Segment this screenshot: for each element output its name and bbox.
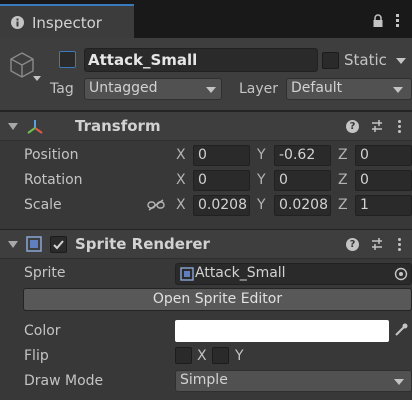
- draw-mode-label: Draw Mode: [24, 373, 104, 389]
- transform-title: Transform: [75, 117, 161, 135]
- position-label: Position: [24, 147, 79, 163]
- position-x-axis: X: [176, 147, 186, 163]
- draw-mode-dropdown[interactable]: Simple: [175, 370, 412, 392]
- foldout-arrow-icon[interactable]: [8, 123, 18, 130]
- kebab-menu-icon[interactable]: [396, 14, 400, 28]
- flip-y-checkbox[interactable]: [212, 347, 229, 364]
- layer-value: Default: [291, 80, 343, 96]
- constrain-proportions-icon[interactable]: [147, 198, 165, 212]
- position-z-field[interactable]: 0: [355, 145, 412, 166]
- layer-dropdown[interactable]: Default: [286, 78, 412, 100]
- foldout-arrow-icon[interactable]: [8, 241, 18, 248]
- scale-z-field[interactable]: 1: [355, 195, 412, 216]
- tag-dropdown[interactable]: Untagged: [84, 78, 222, 100]
- lock-icon[interactable]: [372, 14, 384, 28]
- draw-mode-value: Simple: [180, 372, 228, 388]
- static-label: Static: [344, 51, 387, 69]
- rotation-label: Rotation: [24, 172, 83, 188]
- scale-z-axis: Z: [338, 197, 348, 213]
- scale-label: Scale: [24, 197, 62, 213]
- position-y-field[interactable]: -0.62: [274, 145, 331, 166]
- sprite-label: Sprite: [24, 265, 66, 281]
- position-x-field[interactable]: 0: [193, 145, 250, 166]
- checkmark-icon: [53, 240, 64, 250]
- rotation-x-field[interactable]: 0: [193, 170, 250, 191]
- sprite-asset-icon: [180, 267, 194, 281]
- rotation-z-field[interactable]: 0: [355, 170, 412, 191]
- color-swatch[interactable]: [175, 320, 389, 342]
- rotation-y-axis: Y: [257, 172, 266, 188]
- transform-axes-icon: [27, 120, 43, 134]
- sprite-renderer-title: Sprite Renderer: [75, 235, 210, 253]
- sprite-renderer-header[interactable]: Sprite Renderer ?: [0, 229, 412, 259]
- chevron-down-icon: [206, 87, 216, 93]
- scale-x-field[interactable]: 0.0208: [193, 195, 250, 216]
- icon-dropdown-caret[interactable]: [33, 76, 41, 81]
- chevron-down-icon: [393, 87, 403, 93]
- object-picker-icon[interactable]: [394, 267, 408, 281]
- static-dropdown-caret[interactable]: [396, 58, 406, 64]
- flip-label: Flip: [24, 348, 49, 364]
- kebab-menu-icon[interactable]: [398, 238, 401, 253]
- layer-label: Layer: [239, 81, 279, 97]
- gameobject-name-field[interactable]: Attack_Small: [84, 48, 318, 72]
- scale-x-axis: X: [176, 197, 186, 213]
- presets-icon[interactable]: [370, 237, 384, 251]
- position-y-axis: Y: [257, 147, 266, 163]
- eyedropper-icon[interactable]: [393, 322, 409, 338]
- kebab-menu-icon[interactable]: [398, 120, 401, 135]
- inspector-tab-label: Inspector: [32, 14, 102, 32]
- sprite-renderer-enabled-checkbox[interactable]: [50, 236, 67, 253]
- flip-x-label: X: [197, 348, 207, 364]
- sprite-value: Attack_Small: [195, 265, 286, 281]
- tag-label: Tag: [50, 81, 74, 97]
- color-label: Color: [24, 323, 61, 339]
- static-checkbox[interactable]: [322, 52, 339, 69]
- scale-y-axis: Y: [257, 197, 266, 213]
- rotation-x-axis: X: [176, 172, 186, 188]
- rotation-z-axis: Z: [338, 172, 348, 188]
- help-icon[interactable]: ?: [346, 238, 359, 251]
- sprite-object-field[interactable]: Attack_Small: [175, 263, 412, 285]
- transform-header[interactable]: Transform ?: [0, 111, 412, 141]
- chevron-down-icon: [394, 379, 404, 385]
- presets-icon[interactable]: [370, 119, 384, 133]
- open-sprite-editor-button[interactable]: Open Sprite Editor: [23, 288, 412, 311]
- cube-icon: [10, 52, 34, 78]
- help-icon[interactable]: ?: [346, 120, 359, 133]
- scale-y-field[interactable]: 0.0208: [274, 195, 331, 216]
- active-checkbox[interactable]: [59, 51, 76, 68]
- sprite-renderer-icon: [26, 236, 42, 252]
- rotation-y-field[interactable]: 0: [274, 170, 331, 191]
- info-icon: [11, 16, 24, 29]
- gameobject-name: Attack_Small: [88, 51, 198, 69]
- flip-x-checkbox[interactable]: [175, 347, 192, 364]
- inspector-tab[interactable]: Inspector: [0, 4, 134, 38]
- flip-y-label: Y: [235, 348, 244, 364]
- position-z-axis: Z: [338, 147, 348, 163]
- tag-value: Untagged: [89, 80, 158, 96]
